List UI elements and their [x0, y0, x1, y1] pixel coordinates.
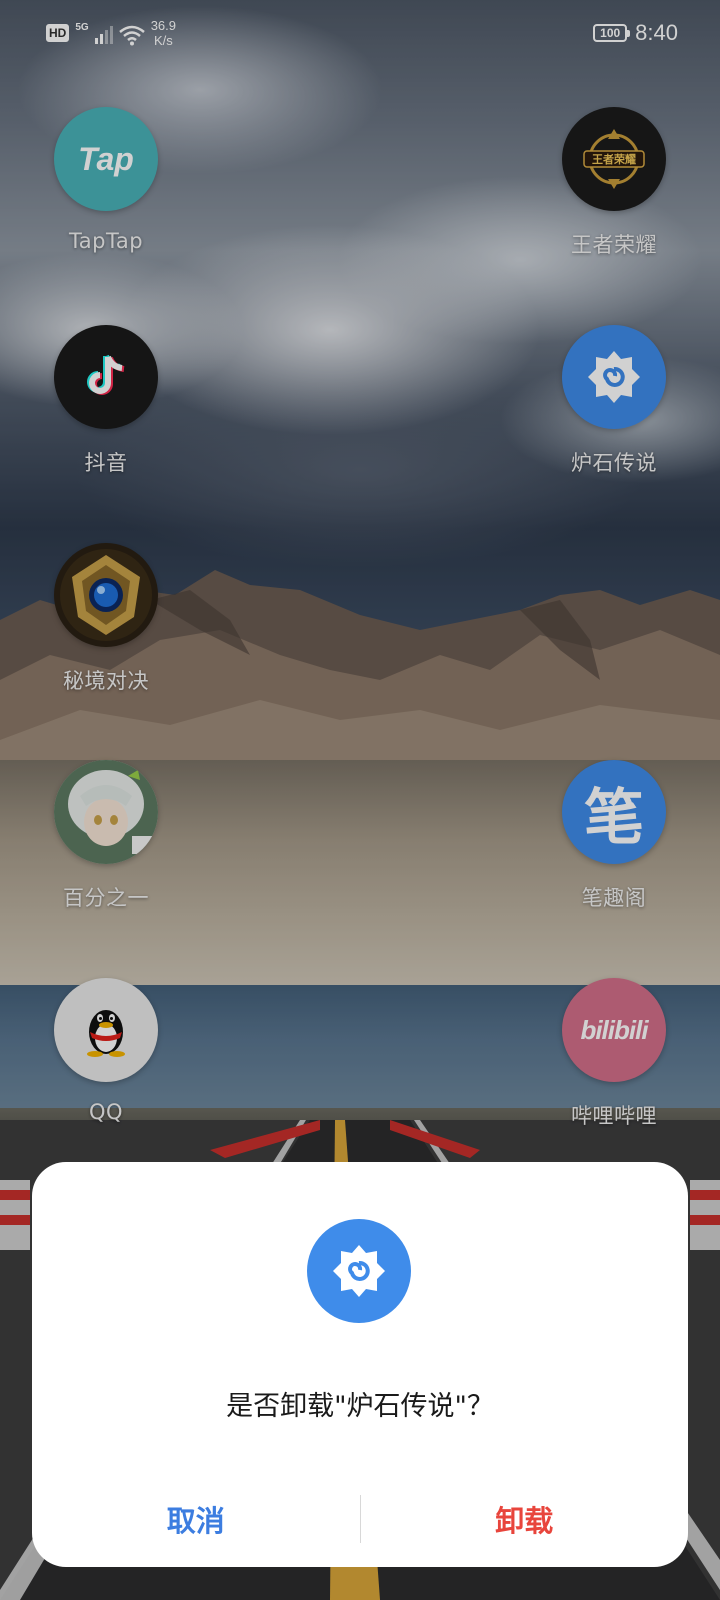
hearthstone-icon	[307, 1219, 411, 1323]
dialog-buttons: 取消 卸载	[32, 1487, 688, 1551]
hearthstone-glyph	[333, 1245, 385, 1297]
uninstall-button[interactable]: 卸载	[361, 1487, 689, 1551]
cancel-button[interactable]: 取消	[32, 1487, 360, 1551]
uninstall-dialog: 是否卸载"炉石传说"？ 取消 卸载	[32, 1162, 688, 1567]
dialog-message: 是否卸载"炉石传说"？	[226, 1391, 494, 1422]
